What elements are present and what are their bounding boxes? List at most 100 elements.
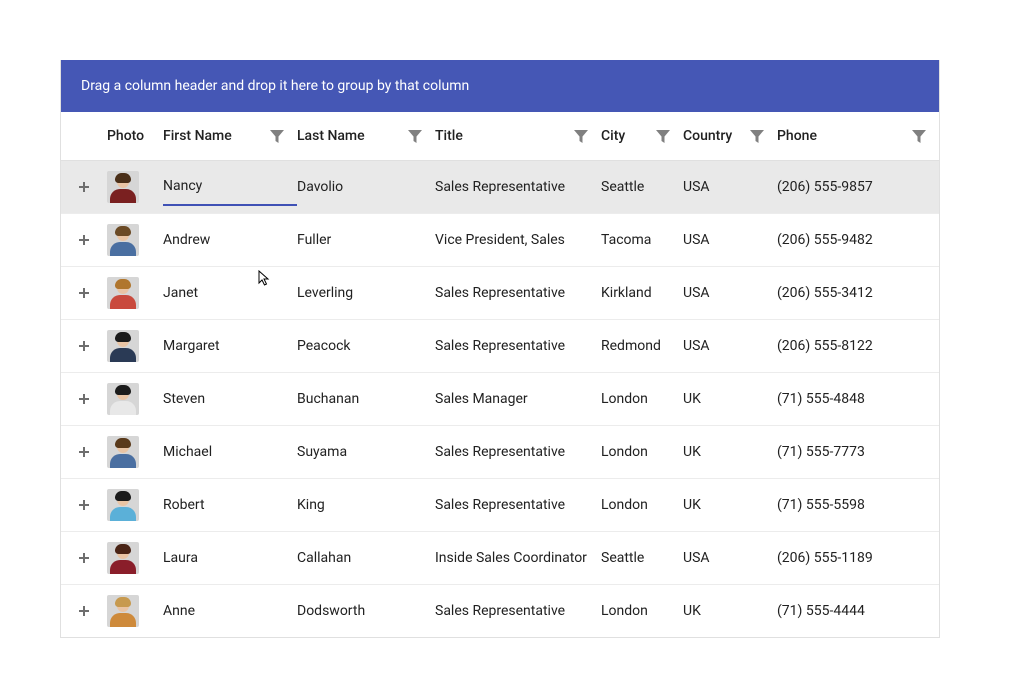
filter-icon[interactable]	[573, 128, 589, 144]
cell-country: UK	[683, 593, 777, 629]
avatar	[107, 277, 139, 309]
cell-title: Sales Representative	[435, 593, 601, 629]
cell-first-name: Michael	[163, 434, 297, 470]
cell-city: London	[601, 593, 683, 629]
table-row[interactable]: NancyDavolioSales RepresentativeSeattleU…	[61, 161, 939, 214]
column-header-city[interactable]: City	[601, 112, 683, 160]
filter-icon[interactable]	[269, 128, 285, 144]
expand-button[interactable]	[61, 393, 107, 405]
cell-phone: (71) 555-4444	[777, 593, 939, 629]
expand-button[interactable]	[61, 181, 107, 193]
column-label-title: Title	[435, 128, 467, 144]
cell-first-name: Margaret	[163, 328, 297, 364]
group-by-panel[interactable]: Drag a column header and drop it here to…	[61, 60, 939, 112]
cell-first-name: Anne	[163, 593, 297, 629]
cell-city: Redmond	[601, 328, 683, 364]
cell-phone: (206) 555-3412	[777, 275, 939, 311]
table-row[interactable]: AnneDodsworthSales RepresentativeLondonU…	[61, 585, 939, 637]
cell-photo	[107, 214, 163, 266]
filter-icon[interactable]	[655, 128, 671, 144]
table-row[interactable]: MichaelSuyamaSales RepresentativeLondonU…	[61, 426, 939, 479]
cell-phone: (71) 555-7773	[777, 434, 939, 470]
table-row[interactable]: MargaretPeacockSales RepresentativeRedmo…	[61, 320, 939, 373]
column-label-first-name: First Name	[163, 128, 236, 144]
cell-last-name: Davolio	[297, 169, 435, 205]
expand-button[interactable]	[61, 287, 107, 299]
expand-button[interactable]	[61, 446, 107, 458]
avatar	[107, 171, 139, 203]
cell-photo	[107, 267, 163, 319]
cell-title: Sales Representative	[435, 328, 601, 364]
cell-title: Sales Representative	[435, 487, 601, 523]
table-body: NancyDavolio Sales Representative Seattle U…	[61, 161, 939, 637]
cell-title: Sales Representative	[435, 275, 601, 311]
cell-last-name: Suyama	[297, 434, 435, 470]
cell-photo	[107, 161, 163, 213]
plus-icon	[78, 393, 90, 405]
cell-first-name: Nancy	[163, 168, 297, 206]
cell-country: USA	[683, 275, 777, 311]
expand-button[interactable]	[61, 234, 107, 246]
cell-phone: (206) 555-9482	[777, 222, 939, 258]
filter-icon[interactable]	[407, 128, 423, 144]
cell-last-name: Peacock	[297, 328, 435, 364]
plus-icon	[78, 340, 90, 352]
cell-city: London	[601, 381, 683, 417]
column-header-title[interactable]: Title	[435, 112, 601, 160]
column-label-country: Country	[683, 128, 736, 144]
filter-icon[interactable]	[911, 128, 927, 144]
avatar	[107, 436, 139, 468]
expand-button[interactable]	[61, 499, 107, 511]
cell-photo	[107, 426, 163, 478]
cell-country: USA	[683, 328, 777, 364]
column-header-photo[interactable]: Photo	[107, 112, 163, 160]
cell-city: Tacoma	[601, 222, 683, 258]
cell-first-name: Robert	[163, 487, 297, 523]
data-grid: Drag a column header and drop it here to…	[60, 60, 940, 638]
cell-first-name: Janet	[163, 275, 297, 311]
column-header-last-name[interactable]: Last Name	[297, 112, 435, 160]
cell-last-name: Fuller	[297, 222, 435, 258]
table-row[interactable]: LauraCallahanInside Sales CoordinatorSea…	[61, 532, 939, 585]
column-header-phone[interactable]: Phone	[777, 112, 939, 160]
cell-title: Sales Manager	[435, 381, 601, 417]
column-label-last-name: Last Name	[297, 128, 369, 144]
expand-button[interactable]	[61, 340, 107, 352]
plus-icon	[78, 287, 90, 299]
column-label-city: City	[601, 128, 629, 144]
cell-title: Vice President, Sales	[435, 222, 601, 258]
expand-button[interactable]	[61, 552, 107, 564]
cell-photo	[107, 479, 163, 531]
table-row[interactable]: JanetLeverlingSales RepresentativeKirkla…	[61, 267, 939, 320]
plus-icon	[78, 234, 90, 246]
column-header-country[interactable]: Country	[683, 112, 777, 160]
group-by-hint: Drag a column header and drop it here to…	[81, 78, 469, 94]
column-header-first-name[interactable]: First Name	[163, 112, 297, 160]
cell-phone: (206) 555-8122	[777, 328, 939, 364]
cell-city: Seattle	[601, 169, 683, 205]
cell-first-name: Laura	[163, 540, 297, 576]
cell-city: London	[601, 487, 683, 523]
expand-button[interactable]	[61, 605, 107, 617]
plus-icon	[78, 446, 90, 458]
cell-last-name: Callahan	[297, 540, 435, 576]
cell-first-name: Steven	[163, 381, 297, 417]
table-row[interactable]: RobertKingSales RepresentativeLondonUK(7…	[61, 479, 939, 532]
cell-phone: (71) 555-5598	[777, 487, 939, 523]
plus-icon	[78, 605, 90, 617]
cell-country: USA	[683, 540, 777, 576]
cell-photo	[107, 532, 163, 584]
avatar	[107, 224, 139, 256]
plus-icon	[78, 552, 90, 564]
table-row[interactable]: AndrewFullerVice President, SalesTacomaU…	[61, 214, 939, 267]
avatar	[107, 330, 139, 362]
cell-country: UK	[683, 381, 777, 417]
table-row[interactable]: StevenBuchananSales ManagerLondonUK(71) …	[61, 373, 939, 426]
column-header-row: Photo First Name Last Name Title City Co…	[61, 112, 939, 161]
filter-icon[interactable]	[749, 128, 765, 144]
cell-last-name: Dodsworth	[297, 593, 435, 629]
cell-last-name: Buchanan	[297, 381, 435, 417]
avatar	[107, 489, 139, 521]
cell-city: Kirkland	[601, 275, 683, 311]
cell-title: Sales Representative	[435, 434, 601, 470]
